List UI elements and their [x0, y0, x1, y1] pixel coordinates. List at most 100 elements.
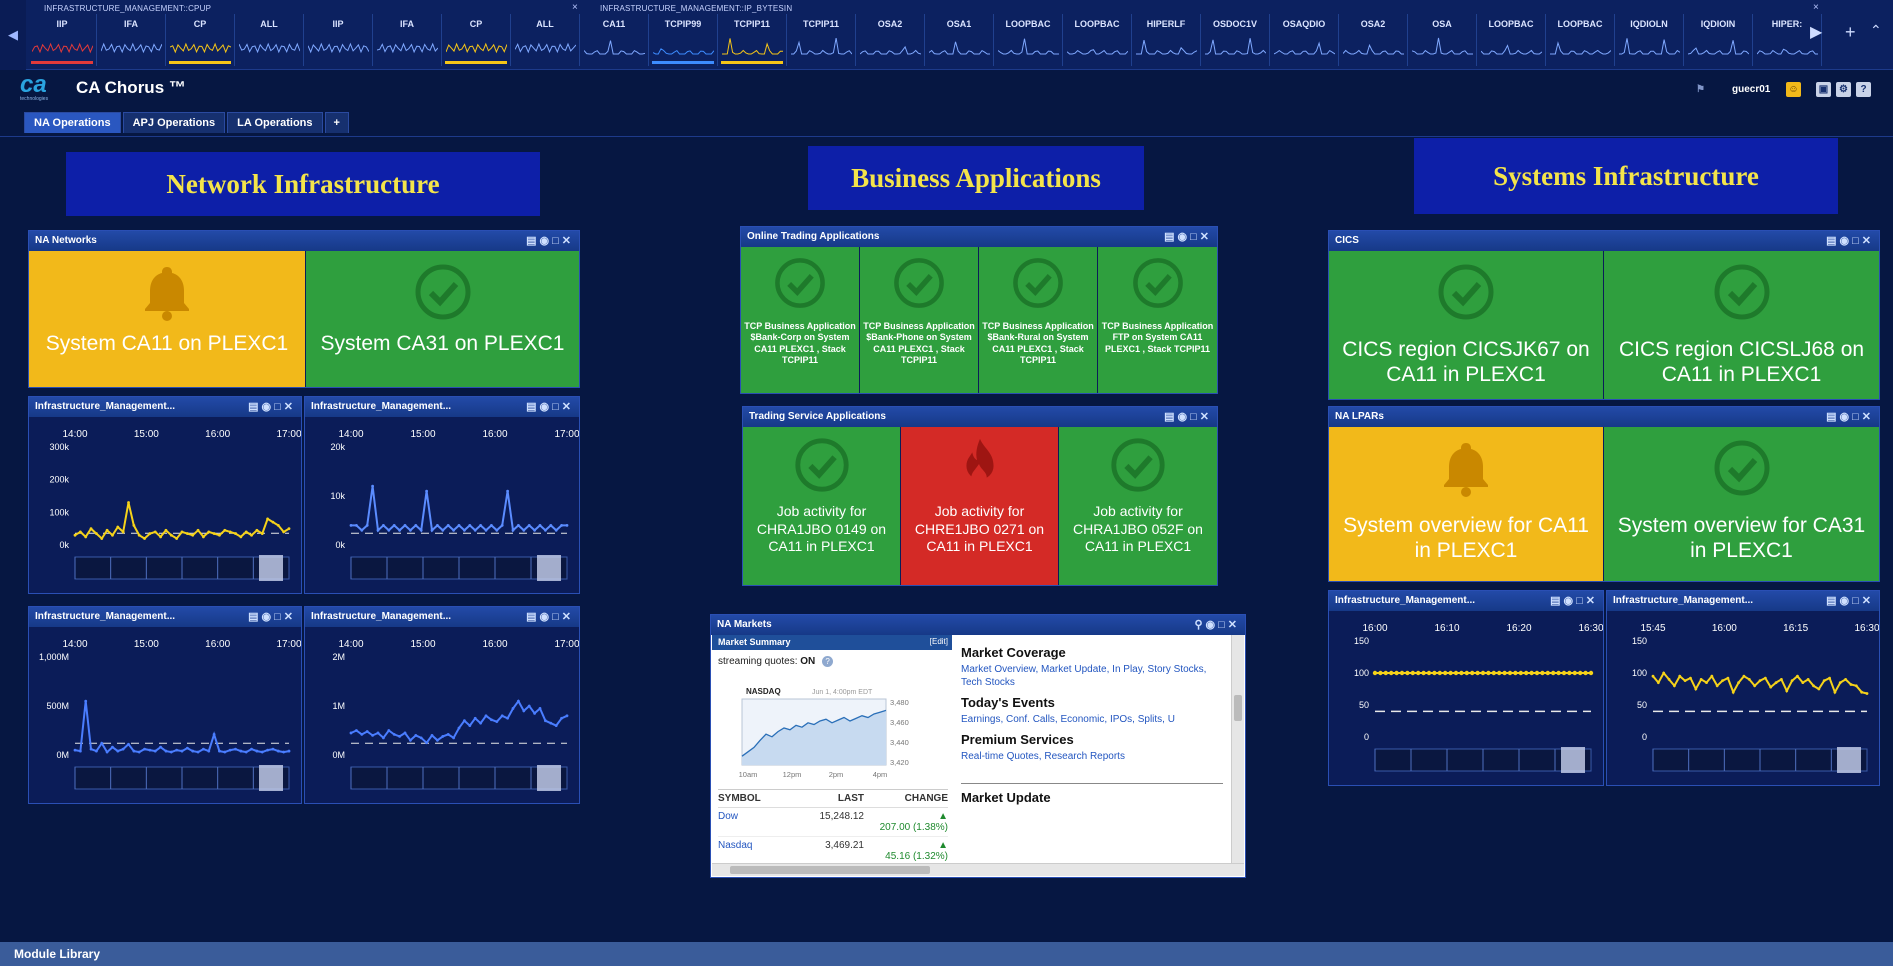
sparkline-item[interactable]: IIP: [28, 14, 97, 66]
edit-link[interactable]: [Edit]: [930, 637, 948, 646]
status-tile[interactable]: Job activity for CHRA1JBO 052F on CA11 i…: [1059, 427, 1217, 585]
panel-controls[interactable]: ⚲◉□✕: [1194, 618, 1240, 631]
sparkline-item[interactable]: LOOPBAC: [1546, 14, 1615, 66]
data-point: [533, 711, 536, 715]
sparkline-label: OSA: [1432, 19, 1452, 29]
data-point: [1822, 679, 1826, 683]
sparkline-item[interactable]: TCPIP11: [787, 14, 856, 66]
status-tile[interactable]: System overview for CA31 in PLEXC1: [1604, 427, 1879, 581]
sparkline-chart: [584, 40, 645, 55]
sparkline-item[interactable]: CP: [442, 14, 511, 66]
settings-icon[interactable]: ⚙: [1836, 82, 1851, 97]
sparkline-item[interactable]: OSAQDIO: [1270, 14, 1339, 66]
data-point: [282, 530, 286, 534]
sparkline-item[interactable]: OSDOC1V: [1201, 14, 1270, 66]
panel-controls[interactable]: ▤◉□✕: [1164, 410, 1212, 423]
data-point: [202, 535, 205, 539]
sparkline-item[interactable]: LOOPBAC: [1063, 14, 1132, 66]
status-tile[interactable]: TCP Business Application $Bank-Corp on S…: [741, 247, 859, 393]
y-tick-label: 0k: [59, 540, 69, 550]
close-icon[interactable]: ×: [1813, 2, 1819, 13]
scroll-right-icon[interactable]: ▶: [1810, 22, 1822, 42]
flag-icon[interactable]: ⚑: [1693, 82, 1708, 97]
sparkline-item[interactable]: LOOPBAC: [1477, 14, 1546, 66]
streaming-status[interactable]: ON: [800, 656, 815, 667]
status-tile[interactable]: TCP Business Application $Bank-Rural on …: [979, 247, 1097, 393]
tab-na-operations[interactable]: NA Operations: [24, 112, 121, 133]
y-tick-label: 20k: [330, 442, 345, 452]
market-coverage-links[interactable]: Market Overview, Market Update, In Play,…: [961, 663, 1223, 689]
sparkline-label: TCPIP11: [802, 19, 840, 29]
tab-la-operations[interactable]: LA Operations: [227, 112, 323, 133]
user-menu-icon[interactable]: ☺: [1786, 82, 1801, 97]
data-point: [1710, 674, 1714, 678]
scroll-left-icon[interactable]: ◀: [0, 0, 26, 70]
sparkline-item[interactable]: IIP: [304, 14, 373, 66]
sparkline-chart: [722, 38, 783, 55]
sparkline-item[interactable]: CA11: [580, 14, 649, 66]
y-tick-label: 100: [1632, 668, 1647, 678]
sparkline-item[interactable]: LOOPBAC: [994, 14, 1063, 66]
table-row[interactable]: Nasdaq 3,469.21 ▲ 45.16 (1.32%): [718, 837, 948, 865]
status-tile[interactable]: Job activity for CHRE1JBO 0271 on CA11 i…: [901, 427, 1058, 585]
data-point: [1556, 670, 1561, 676]
panel-controls[interactable]: ▤◉□✕: [1550, 594, 1598, 607]
panel-controls[interactable]: ▤◉□✕: [248, 610, 296, 623]
collapse-icon[interactable]: ⌃: [1870, 22, 1882, 39]
sparkline-item[interactable]: TCPIP11: [718, 14, 787, 66]
sparkline-item[interactable]: OSA1: [925, 14, 994, 66]
tile-system-ca31[interactable]: System CA31 on PLEXC1: [306, 251, 579, 387]
add-tab-button[interactable]: +: [324, 112, 349, 133]
y-tick-label: 1,000M: [39, 652, 69, 662]
panel-controls[interactable]: ▤◉□✕: [526, 400, 574, 413]
panel-controls[interactable]: ▤◉□✕: [1826, 410, 1874, 423]
panel-controls[interactable]: ▤◉□✕: [248, 400, 296, 413]
tile-system-ca11[interactable]: System CA11 on PLEXC1: [29, 251, 305, 387]
sparkline-item[interactable]: TCPIP99: [649, 14, 718, 66]
horizontal-scrollbar[interactable]: [712, 863, 1244, 876]
data-point: [1545, 670, 1550, 676]
save-icon[interactable]: ▣: [1816, 82, 1831, 97]
vertical-scrollbar[interactable]: [1231, 635, 1244, 863]
status-tile[interactable]: Job activity for CHRA1JBO 0149 on CA11 i…: [743, 427, 900, 585]
sparkline-item[interactable]: ALL: [511, 14, 580, 66]
sparkline-item[interactable]: IFA: [97, 14, 166, 66]
data-point: [1801, 681, 1805, 684]
todays-events-links[interactable]: Earnings, Conf. Calls, Economic, IPOs, S…: [961, 713, 1223, 726]
info-icon[interactable]: ?: [822, 656, 834, 667]
data-point: [500, 714, 504, 718]
panel-controls[interactable]: ▤◉□✕: [1164, 230, 1212, 243]
sparkline-chart: [1688, 40, 1749, 55]
panel-controls[interactable]: ▤◉□✕: [1826, 594, 1874, 607]
module-library-bar[interactable]: Module Library: [0, 942, 1893, 966]
sparkline-item[interactable]: IQDIOIN: [1684, 14, 1753, 66]
status-tile[interactable]: TCP Business Application $Bank-Phone on …: [860, 247, 978, 393]
table-row[interactable]: Dow 15,248.12 ▲ 207.00 (1.38%): [718, 808, 948, 837]
sparkline-item[interactable]: OSA: [1408, 14, 1477, 66]
panel-controls[interactable]: ▤◉□✕: [1826, 234, 1874, 247]
sparkline-line: [1205, 38, 1266, 55]
sparkline-item[interactable]: CP: [166, 14, 235, 66]
status-tile[interactable]: CICS region CICSLJ68 on CA11 in PLEXC1: [1604, 251, 1879, 399]
panel-controls[interactable]: ▤◉□✕: [526, 234, 574, 247]
tab-apj-operations[interactable]: APJ Operations: [122, 112, 226, 133]
sparkline-item[interactable]: ALL: [235, 14, 304, 66]
status-tile[interactable]: CICS region CICSJK67 on CA11 in PLEXC1: [1329, 251, 1603, 399]
close-icon[interactable]: ×: [572, 2, 578, 13]
sparkline-item[interactable]: OSA2: [856, 14, 925, 66]
help-icon[interactable]: ?: [1856, 82, 1871, 97]
status-tile[interactable]: TCP Business Application FTP on System C…: [1098, 247, 1217, 393]
panel-controls[interactable]: ▤◉□✕: [526, 610, 574, 623]
premium-services-links[interactable]: Real-time Quotes, Research Reports: [961, 750, 1223, 763]
panel-na-lpars: NA LPARs ▤◉□✕ System overview for CA11 in…: [1328, 406, 1880, 582]
sparkline-item[interactable]: HIPERLF: [1132, 14, 1201, 66]
sparkline-strip: ◀ INFRASTRUCTURE_MANAGEMENT::CPUP × INFR…: [0, 0, 1893, 70]
group-title-bytesin: INFRASTRUCTURE_MANAGEMENT::IP_BYTESIN: [600, 4, 793, 13]
sparkline-item[interactable]: IQDIOLN: [1615, 14, 1684, 66]
data-point: [382, 524, 385, 527]
sparkline-item[interactable]: IFA: [373, 14, 442, 66]
add-icon[interactable]: +: [1845, 22, 1856, 43]
status-tile[interactable]: System overview for CA11 in PLEXC1: [1329, 427, 1603, 581]
data-point: [1694, 687, 1698, 691]
sparkline-item[interactable]: OSA2: [1339, 14, 1408, 66]
